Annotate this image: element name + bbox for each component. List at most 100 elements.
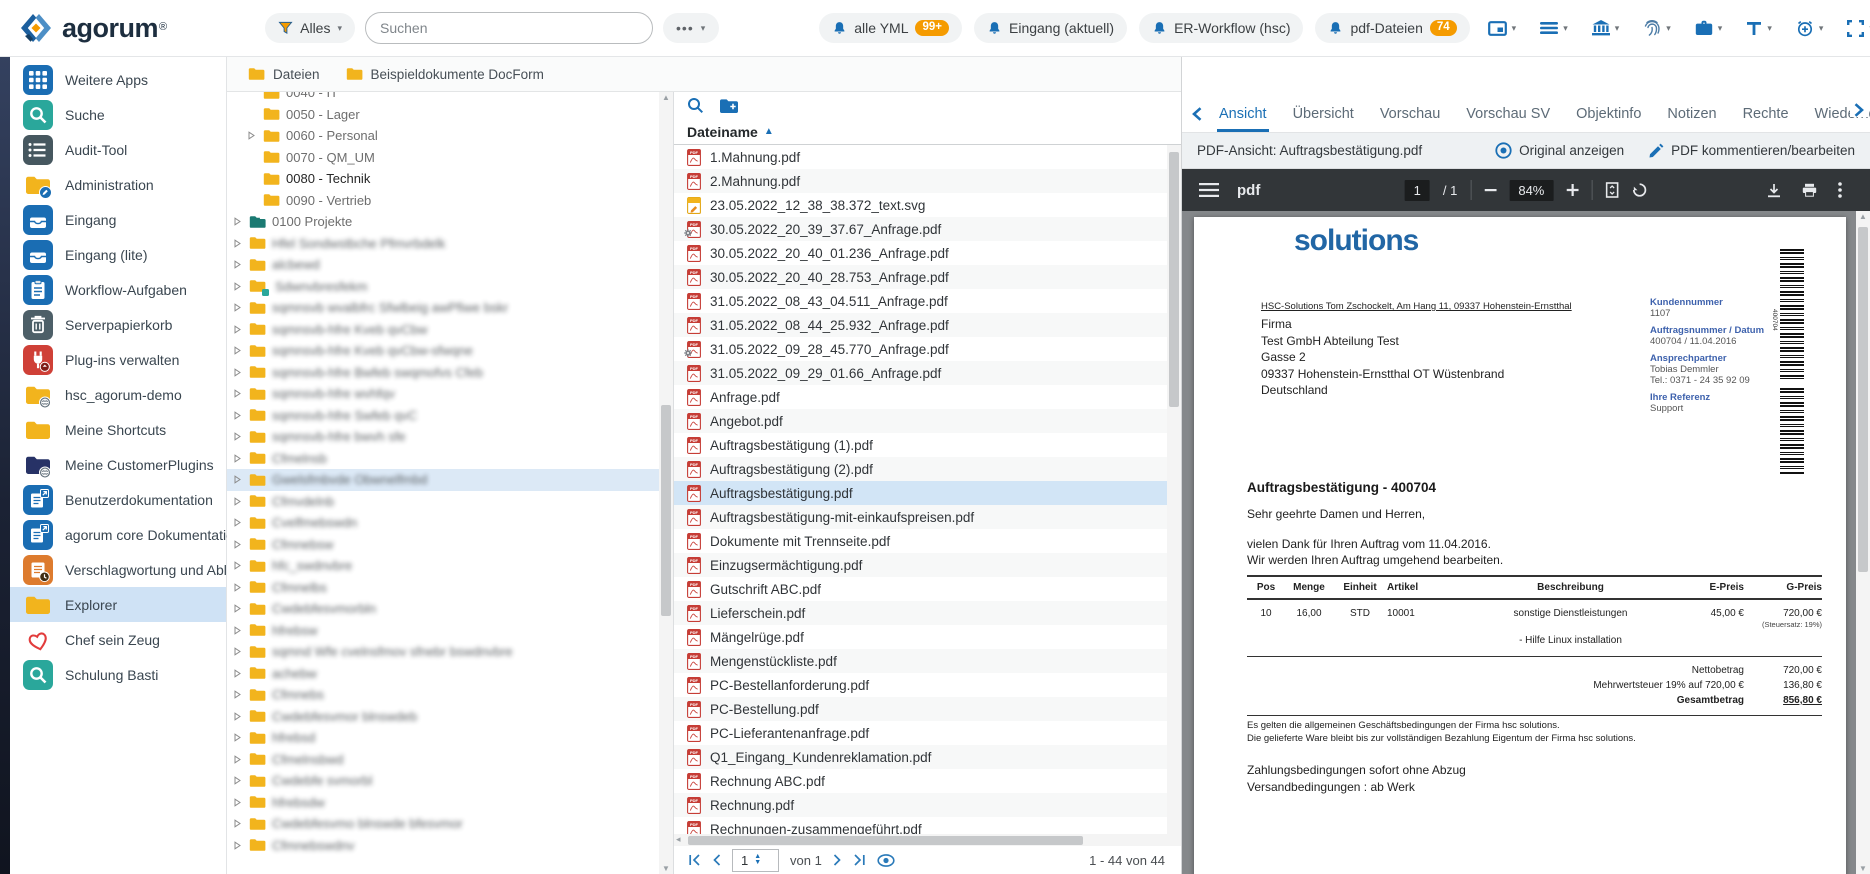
expander-icon[interactable] [233,518,243,527]
tree-item-redacted[interactable]: hfrebsd [227,727,659,749]
search-filter-button[interactable]: Alles ▾ [265,13,355,43]
tree-item-redacted[interactable]: Cfmnelbs [227,577,659,599]
file-row[interactable]: PDF31.05.2022_09_28_45.770_Anfrage.pdf [674,337,1167,361]
tab-notizen[interactable]: Notizen [1654,95,1729,132]
more-search-options-button[interactable]: ••• ▾ [663,13,719,43]
sidebar-item-administration[interactable]: Administration [10,167,226,202]
file-row[interactable]: PDF30.05.2022_20_40_01.236_Anfrage.pdf [674,241,1167,265]
sidebar-item-eingang-lite-[interactable]: Eingang (lite) [10,237,226,272]
file-list-horizontal-scrollbar[interactable]: ◂ [674,834,1181,846]
file-row[interactable]: PDFRechnung.pdf [674,793,1167,817]
tree-item-redacted[interactable]: Cwdebfesvmor blnswdeb [227,706,659,728]
path-tab[interactable]: Beispieldokumente DocForm [333,57,557,91]
tree-item[interactable]: 0050 - Lager [227,104,659,126]
expander-icon[interactable] [233,733,243,742]
search-input[interactable] [365,12,653,44]
file-row[interactable]: PDF31.05.2022_08_44_25.932_Anfrage.pdf [674,313,1167,337]
expander-icon[interactable] [233,217,243,226]
text-t-button[interactable]: ▾ [1746,21,1772,36]
notification-button[interactable]: alle YML99+ [819,13,962,43]
next-page-button[interactable] [833,854,842,866]
expander-icon[interactable] [233,755,243,764]
sidebar-item-benutzerdokumentation[interactable]: Benutzerdokumentation [10,482,226,517]
file-row[interactable]: PDFLieferschein.pdf [674,601,1167,625]
tab-ansicht[interactable]: Ansicht [1206,95,1280,132]
watch-view-icon[interactable] [877,854,895,867]
expander-icon[interactable] [233,604,243,613]
tree-item[interactable]: 0060 - Personal [227,125,659,147]
tree-item-redacted[interactable]: sqmnsvb-hfre Bwfeb swqmofvs Cfeb [227,362,659,384]
tree-item-redacted[interactable]: Cwdebfe svmorbl [227,770,659,792]
file-row[interactable]: PDFMengenstückliste.pdf [674,649,1167,673]
first-page-button[interactable] [688,854,701,866]
list-lines-button[interactable]: ▾ [1540,21,1568,35]
file-row[interactable]: PDFPC-Bestellung.pdf [674,697,1167,721]
tree-item-partial[interactable]: 0040 - IT [227,92,659,104]
tree-item-redacted[interactable]: sqmnsvb-hfre wvhfqv [227,383,659,405]
expander-icon[interactable] [233,260,243,269]
tree-scrollbar[interactable]: ▲ ▼ [659,92,673,874]
expander-icon[interactable] [233,239,243,248]
expander-icon[interactable] [233,647,243,656]
expander-icon[interactable] [233,497,243,506]
tree-item-redacted[interactable]: Cwdebfesvmo blnswde bfesvmor [227,813,659,835]
search-icon[interactable] [687,97,704,114]
file-row[interactable]: PDFRechnungen-zusammengeführt.pdf [674,817,1167,834]
tree-item-redacted[interactable]: Hfel Sondwstbche Pfmvrbdelk [227,233,659,255]
bank-button[interactable]: ▾ [1592,20,1620,36]
expander-icon[interactable] [233,776,243,785]
expander-icon[interactable] [233,712,243,721]
sidebar-item-agorum-core-dokumentation[interactable]: agorum core Dokumentation [10,517,226,552]
tree-item-redacted[interactable]: alcbewd [227,254,659,276]
tree-item-redacted[interactable]: sqmnsvb-hfre Kveb qvCbw-sfwqne [227,340,659,362]
tab-vorschau-sv[interactable]: Vorschau SV [1453,95,1563,132]
zoom-out-icon[interactable] [1484,189,1496,192]
file-row[interactable]: PDF30.05.2022_20_40_28.753_Anfrage.pdf [674,265,1167,289]
sidebar-item-schulung-basti[interactable]: Schulung Basti [10,657,226,692]
tree-item-redacted[interactable]: Cfmvdelnb [227,491,659,513]
tree-item-redacted[interactable]: sqmnd Wfe cvelnsfmov sfnebr bswdnvbre [227,641,659,663]
expander-icon[interactable] [233,798,243,807]
pencil-action-button[interactable]: PDF kommentieren/bearbeiten [1648,143,1855,159]
briefcase-button[interactable]: ▾ [1695,20,1723,36]
tree-item[interactable]: 0070 - QM_UM [227,147,659,169]
expander-icon[interactable] [233,561,243,570]
sidebar-item-explorer[interactable]: Explorer [10,587,226,622]
tree-item-redacted[interactable]: Cwdebfesvmorbln [227,598,659,620]
expander-icon[interactable] [233,583,243,592]
file-row[interactable]: PDF31.05.2022_08_43_04.511_Anfrage.pdf [674,289,1167,313]
zoom-level[interactable]: 84% [1509,180,1553,201]
sidebar-item-chef-sein-zeug[interactable]: Chef sein Zeug [10,622,226,657]
fullscreen-button[interactable]: ▾ [1847,20,1870,37]
column-header-dateiname[interactable]: Dateiname ▲ [674,119,1181,145]
tree-item-redacted[interactable]: Cfmelnsbwd [227,749,659,771]
tree-item-redacted[interactable]: Cfmnebs [227,684,659,706]
file-row[interactable]: PDF1.Mahnung.pdf [674,145,1167,169]
sidebar-item-serverpapierkorb[interactable]: Serverpapierkorb [10,307,226,342]
tree-item-redacted[interactable]: sqmnsvb-hfre bwvh sfe [227,426,659,448]
tree-item-redacted[interactable]: Cfmelnsb [227,448,659,470]
tree-item-redacted[interactable]: Gwelsfmbvde Obwnelfmbd [227,469,659,491]
fit-page-icon[interactable] [1605,182,1618,198]
tree-item-redacted[interactable]: Cfmnebsw [227,534,659,556]
sidebar-item-verschlagwortung-und-ablage[interactable]: Verschlagwortung und Ablage [10,552,226,587]
page-spinner[interactable]: ▲▼ [754,854,761,866]
print-icon[interactable] [1802,183,1817,197]
file-row[interactable]: PDF2.Mahnung.pdf [674,169,1167,193]
rotate-icon[interactable] [1631,182,1647,198]
card-button[interactable]: ▾ [1488,21,1517,36]
expander-icon[interactable] [233,411,243,420]
sidebar-item-weitere-apps[interactable]: Weitere Apps [10,62,226,97]
expander-icon[interactable] [233,669,243,678]
notification-button[interactable]: Eingang (aktuell) [974,13,1127,43]
file-row[interactable]: PDFAngebot.pdf [674,409,1167,433]
tree-item-redacted[interactable]: Sdwnvbresfekm [227,276,659,298]
tree-item-redacted[interactable]: sqmnsvb-hfre Kveb qvCbw [227,319,659,341]
tree-item-redacted[interactable]: sqmnsvb wvalbfrc Sfwlbeig awPfiwe bskr [227,297,659,319]
notification-button[interactable]: ER-Workflow (hsc) [1139,13,1303,43]
tree-item-redacted[interactable]: hfc_swdnvbre [227,555,659,577]
tree-item-redacted[interactable]: hfrebsdw [227,792,659,814]
more-options-icon[interactable] [1838,182,1842,198]
tree-item[interactable]: 0080 - Technik [227,168,659,190]
zoom-in-icon[interactable] [1566,184,1578,196]
